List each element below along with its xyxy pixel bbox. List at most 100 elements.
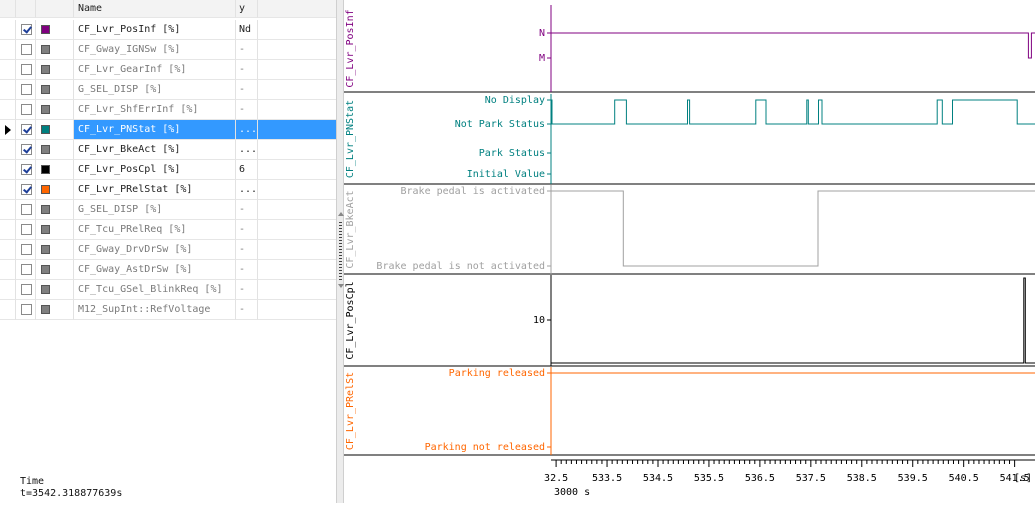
signal-chart[interactable]: CF_Lvr_PosInf M N CF_Lvr_PNStat No Display No… [344,0,1035,503]
visibility-checkbox[interactable] [21,284,32,295]
table-row[interactable]: CF_Lvr_PosCpl [%] 6 [0,160,336,180]
row-color-cell [36,40,74,60]
table-row[interactable]: G_SEL_DISP [%] - [0,80,336,100]
signal-name[interactable]: CF_Lvr_BkeAct [%] [74,140,236,160]
row-checkbox-cell [16,300,36,320]
color-swatch[interactable] [41,145,50,154]
table-row[interactable]: CF_Lvr_GearInf [%] - [0,60,336,80]
row-empty-cell [258,220,336,240]
signal-value: - [236,260,258,280]
visibility-checkbox[interactable] [21,264,32,275]
visibility-checkbox[interactable] [21,64,32,75]
signal-name[interactable]: G_SEL_DISP [%] [74,80,236,100]
color-swatch[interactable] [41,25,50,34]
signal-name[interactable]: CF_Lvr_PosInf [%] [74,20,236,40]
panel-signal-label: CF_Lvr_PRelSt [345,372,356,450]
signal-name[interactable]: CF_Lvr_ShfErrInf [%] [74,100,236,120]
row-checkbox-cell [16,160,36,180]
signal-name[interactable]: CF_Lvr_PRelStat [%] [74,180,236,200]
signal-name[interactable]: M12_SupInt::RefVoltage [74,300,236,320]
signal-name[interactable]: CF_Lvr_GearInf [%] [74,60,236,80]
color-swatch[interactable] [41,205,50,214]
signal-plot-area[interactable]: CF_Lvr_PosInf M N CF_Lvr_PNStat No Display No… [344,0,1035,503]
color-swatch[interactable] [41,125,50,134]
color-swatch[interactable] [41,225,50,234]
row-checkbox-cell [16,240,36,260]
color-swatch[interactable] [41,185,50,194]
header-y[interactable]: y [236,0,258,18]
color-swatch[interactable] [41,85,50,94]
color-swatch[interactable] [41,45,50,54]
table-row[interactable]: CF_Lvr_PosInf [%] Nd [0,20,336,40]
color-swatch[interactable] [41,65,50,74]
panel-level-label: N [539,28,545,39]
color-swatch[interactable] [41,165,50,174]
table-row[interactable]: CF_Lvr_ShfErrInf [%] - [0,100,336,120]
panel-level-label: 10 [533,315,545,326]
table-row[interactable]: CF_Lvr_PNStat [%]... [0,120,336,140]
visibility-checkbox[interactable] [21,144,32,155]
row-checkbox-cell [16,260,36,280]
row-color-cell [36,120,74,140]
panel-splitter[interactable] [336,0,344,503]
table-row[interactable]: CF_Lvr_BkeAct [%]... [0,140,336,160]
color-swatch[interactable] [41,265,50,274]
row-indicator [0,60,16,80]
signal-value: - [236,200,258,220]
visibility-checkbox[interactable] [21,124,32,135]
table-row[interactable]: G_SEL_DISP [%] - [0,200,336,220]
table-row[interactable]: CF_Tcu_GSel_BlinkReq [%] - [0,280,336,300]
time-value: t=3542.318877639s [20,488,123,499]
table-row[interactable]: CF_Lvr_PRelStat [%]... [0,180,336,200]
table-row[interactable]: M12_SupInt::RefVoltage - [0,300,336,320]
color-swatch[interactable] [41,305,50,314]
signal-value: - [236,80,258,100]
visibility-checkbox[interactable] [21,164,32,175]
header-blank [0,0,16,18]
color-swatch[interactable] [41,245,50,254]
visibility-checkbox[interactable] [21,304,32,315]
panel-signal-label: CF_Lvr_BkeAct [345,190,356,268]
visibility-checkbox[interactable] [21,204,32,215]
visibility-checkbox[interactable] [21,84,32,95]
row-color-cell [36,200,74,220]
panel-level-label: Brake pedal is activated [401,186,546,197]
signal-name[interactable]: CF_Tcu_GSel_BlinkReq [%] [74,280,236,300]
current-row-arrow-icon [5,125,11,135]
row-empty-cell [258,200,336,220]
signal-name[interactable]: CF_Gway_AstDrSw [%] [74,260,236,280]
table-row[interactable]: CF_Tcu_PRelReq [%] - [0,220,336,240]
visibility-checkbox[interactable] [21,224,32,235]
row-indicator [0,160,16,180]
table-row[interactable]: CF_Gway_DrvDrSw [%] - [0,240,336,260]
table-row[interactable]: CF_Gway_IGNSw [%] - [0,40,336,60]
signal-name[interactable]: CF_Gway_DrvDrSw [%] [74,240,236,260]
row-indicator [0,280,16,300]
signal-name[interactable]: CF_Lvr_PosCpl [%] [74,160,236,180]
visibility-checkbox[interactable] [21,104,32,115]
visibility-checkbox[interactable] [21,24,32,35]
color-swatch[interactable] [41,285,50,294]
header-name[interactable]: Name [74,0,236,18]
row-color-cell [36,280,74,300]
visibility-checkbox[interactable] [21,244,32,255]
color-swatch[interactable] [41,105,50,114]
panel-level-label: M [539,53,545,64]
row-empty-cell [258,260,336,280]
signal-name[interactable]: CF_Tcu_PRelReq [%] [74,220,236,240]
row-empty-cell [258,100,336,120]
signal-value: - [236,100,258,120]
signal-name[interactable]: CF_Gway_IGNSw [%] [74,40,236,60]
row-checkbox-cell [16,80,36,100]
signal-name[interactable]: G_SEL_DISP [%] [74,200,236,220]
row-indicator [0,240,16,260]
signal-name[interactable]: CF_Lvr_PNStat [%] [74,120,236,140]
visibility-checkbox[interactable] [21,184,32,195]
splitter-grip-icon[interactable] [339,222,342,280]
visibility-checkbox[interactable] [21,44,32,55]
row-color-cell [36,100,74,120]
panel-level-label: Brake pedal is not activated [376,261,545,272]
signal-value: ... [236,180,258,200]
table-row[interactable]: CF_Gway_AstDrSw [%] - [0,260,336,280]
panel-level-label: No Display [485,95,545,106]
